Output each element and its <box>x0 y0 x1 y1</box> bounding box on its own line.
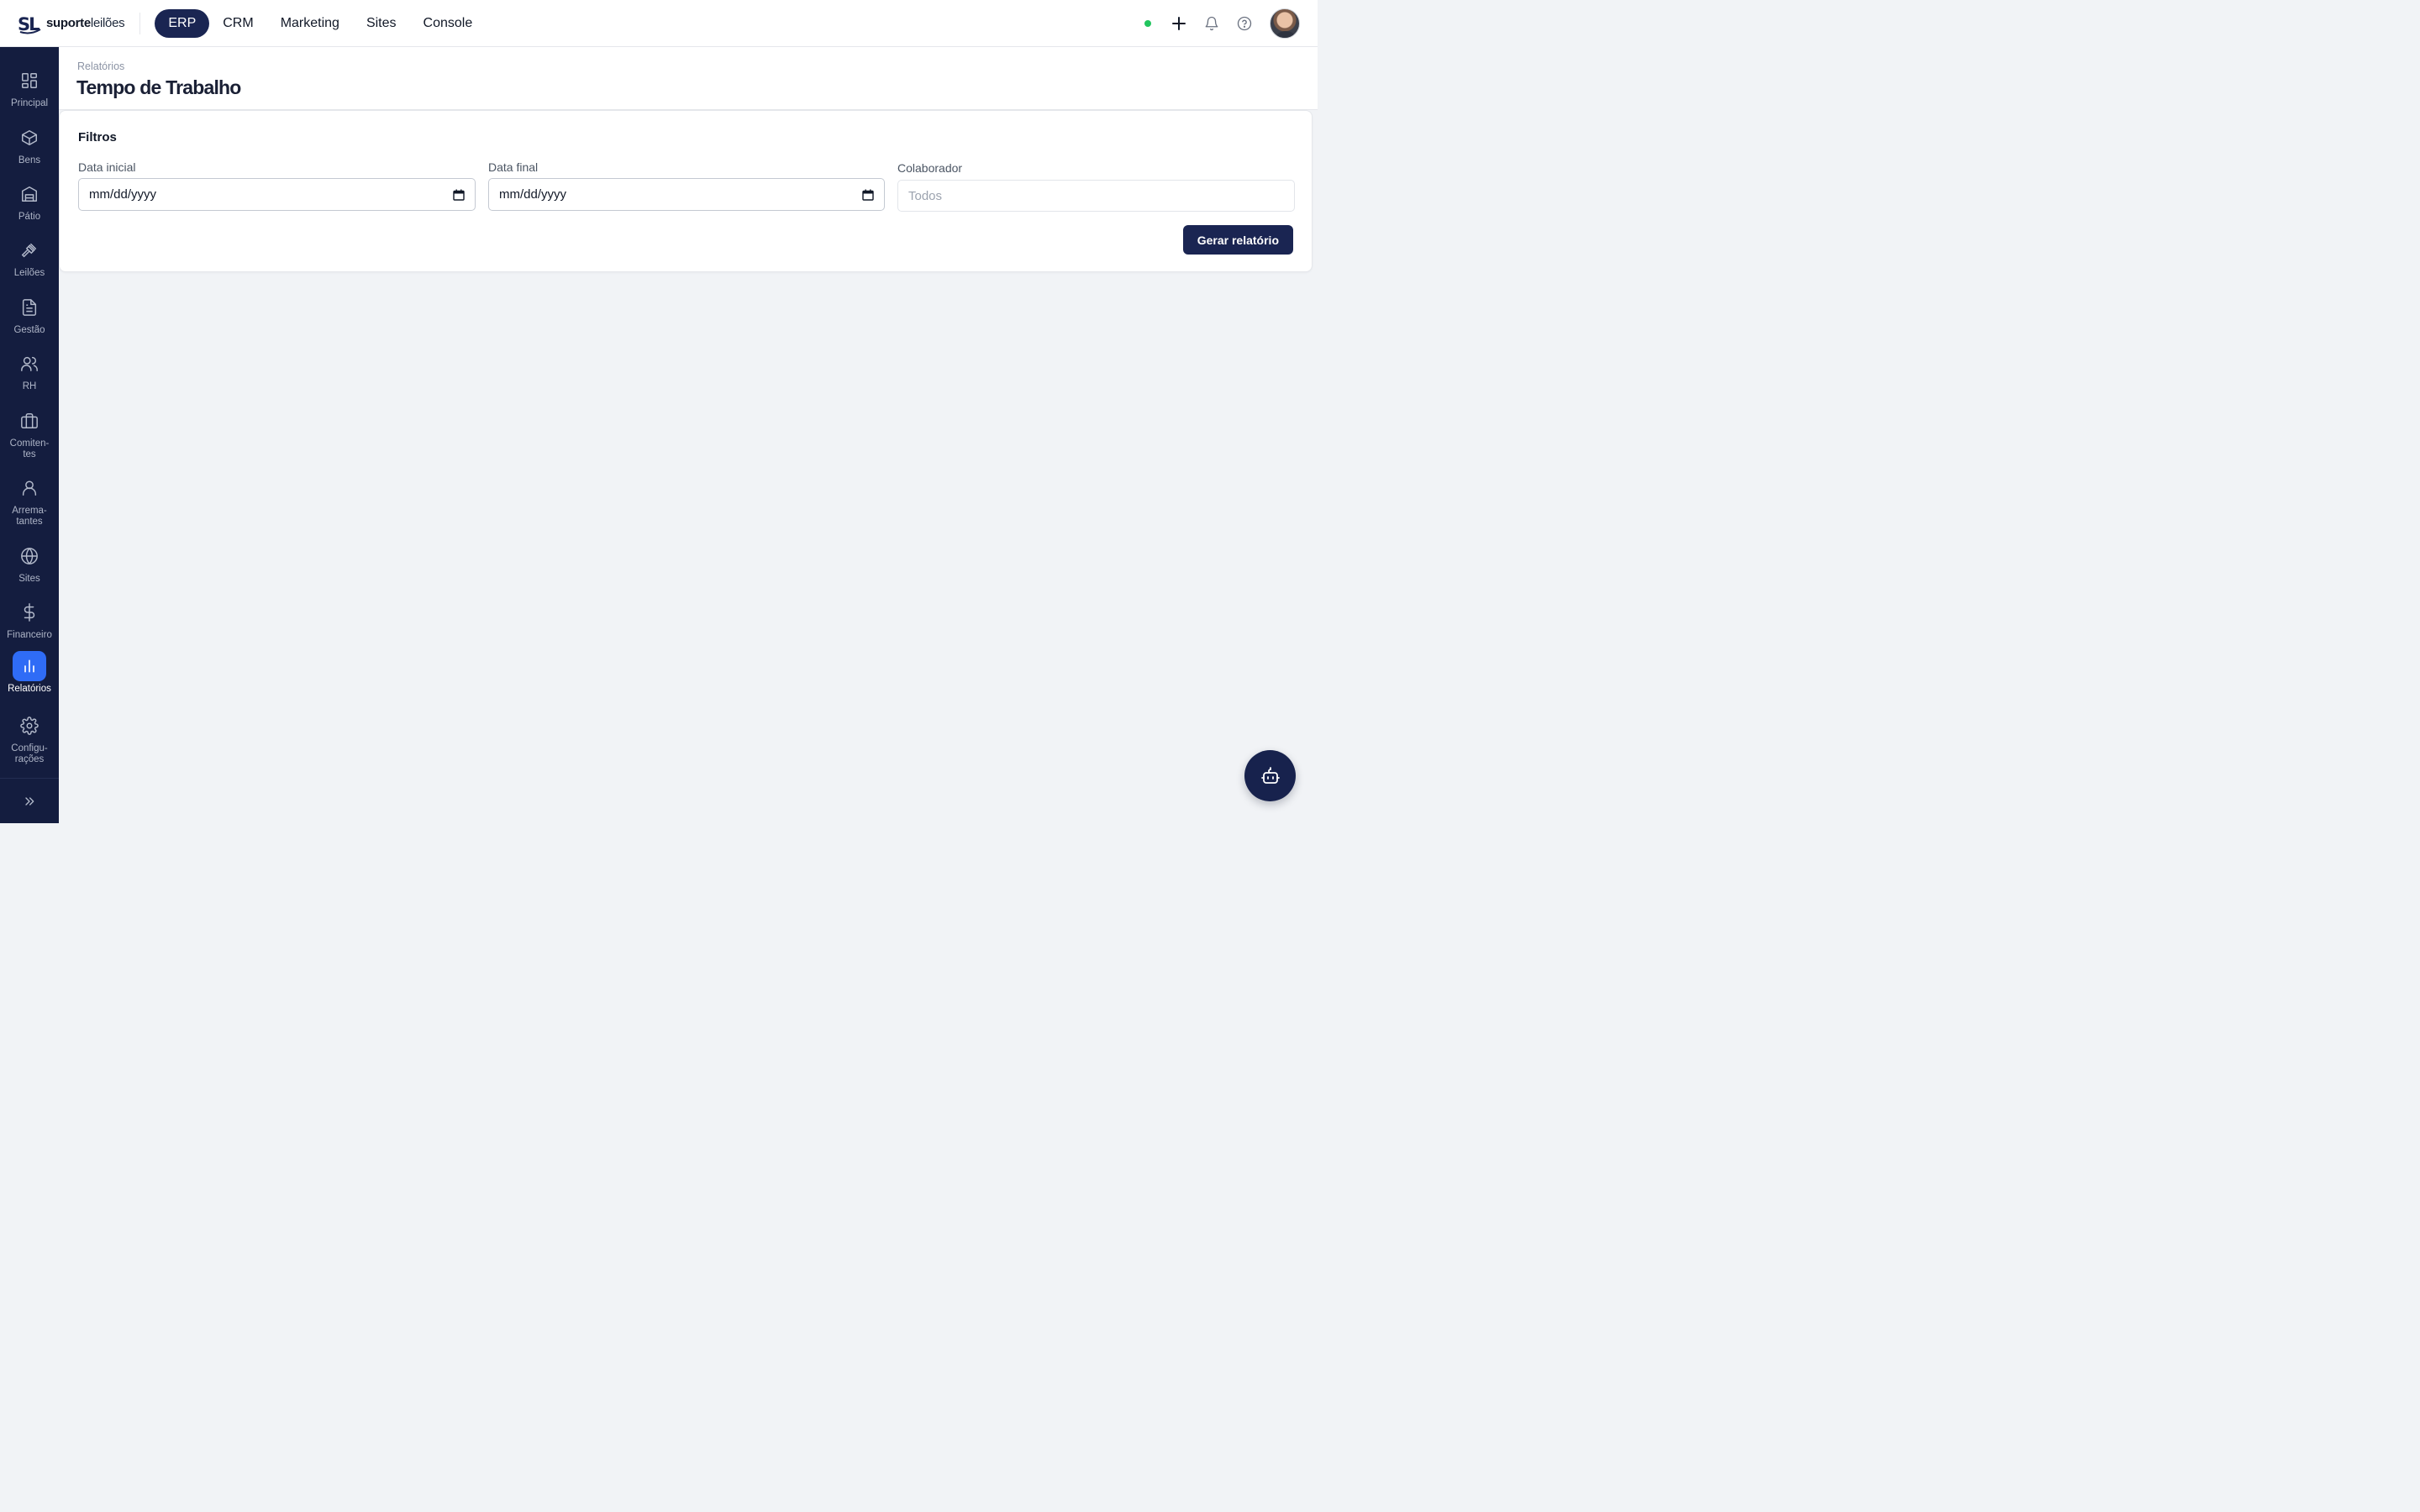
brand-name: suporteleilões <box>46 16 125 30</box>
page-title: Tempo de Trabalho <box>76 76 241 98</box>
calendar-icon[interactable] <box>862 189 874 201</box>
page-header: Relatórios Tempo de Trabalho <box>59 47 1318 110</box>
product-nav: ERP CRM Marketing Sites Console <box>155 8 487 38</box>
sidebar-item-label: Principal <box>10 98 49 108</box>
gear-icon <box>13 711 46 741</box>
sidebar-item-patio[interactable]: Pátio <box>0 179 59 223</box>
filters-card: Filtros Data inicial mm/dd/yyyy Data fin… <box>59 110 1313 272</box>
calendar-icon[interactable] <box>453 189 465 201</box>
start-date-value: mm/dd/yyyy <box>89 187 157 202</box>
chevrons-right-icon <box>25 796 34 806</box>
gavel-icon <box>13 235 46 265</box>
sidebar-item-label: Gestão <box>13 325 45 335</box>
document-icon <box>13 292 46 323</box>
sidebar-item-label: Comiten- tes <box>9 438 50 459</box>
sidebar-item-relatorios[interactable]: Relatórios <box>0 651 59 695</box>
logo-divider <box>139 12 141 34</box>
sidebar-item-configuracoes[interactable]: Configu- rações <box>0 711 59 765</box>
sidebar-item-sites[interactable]: Sites <box>0 541 59 585</box>
robot-icon <box>1260 766 1280 784</box>
nav-crm[interactable]: CRM <box>209 9 266 38</box>
start-date-input[interactable]: mm/dd/yyyy <box>78 178 476 211</box>
bell-icon[interactable] <box>1202 14 1221 33</box>
logo-mark-icon: SL <box>18 14 41 34</box>
sidebar-item-label: Leilões <box>13 268 45 278</box>
sidebar-item-financeiro[interactable]: Financeiro <box>0 597 59 641</box>
brand-logo[interactable]: SL suporteleilões <box>18 0 125 47</box>
sidebar-item-bens[interactable]: Bens <box>0 123 59 166</box>
end-date-value: mm/dd/yyyy <box>499 187 567 202</box>
dollar-icon <box>13 597 46 627</box>
sidebar-item-label: Arrema- tantes <box>12 506 47 527</box>
briefcase-icon <box>13 406 46 436</box>
nav-sites[interactable]: Sites <box>353 9 410 38</box>
nav-erp[interactable]: ERP <box>155 8 210 38</box>
start-date-label: Data inicial <box>78 160 136 174</box>
sidebar-item-arrematantes[interactable]: Arrema- tantes <box>0 473 59 528</box>
user-avatar[interactable] <box>1270 8 1300 39</box>
collaborator-placeholder: Todos <box>908 188 943 203</box>
warehouse-icon <box>13 179 46 209</box>
end-date-label: Data final <box>488 160 539 174</box>
users-icon <box>13 349 46 379</box>
sidebar: Principal Bens Pátio Leilões Gestão RH C… <box>0 47 59 823</box>
end-date-input[interactable]: mm/dd/yyyy <box>488 178 885 211</box>
nav-console[interactable]: Console <box>410 9 487 38</box>
nav-marketing[interactable]: Marketing <box>267 9 353 38</box>
help-icon[interactable] <box>1235 14 1254 33</box>
sidebar-item-label: RH <box>22 381 37 391</box>
top-actions <box>1144 0 1318 47</box>
dashboard-icon <box>13 66 46 96</box>
sidebar-item-label: Relatórios <box>8 684 51 694</box>
sidebar-item-rh[interactable]: RH <box>0 349 59 392</box>
sidebar-item-principal[interactable]: Principal <box>0 66 59 109</box>
sidebar-item-label: Sites <box>18 574 40 584</box>
sidebar-item-label: Configu- rações <box>11 743 48 764</box>
globe-icon <box>13 541 46 571</box>
sidebar-collapse-button[interactable] <box>0 778 59 823</box>
collaborator-label: Colaborador <box>897 161 963 175</box>
online-status-indicator <box>1144 20 1151 27</box>
breadcrumb[interactable]: Relatórios <box>77 60 124 72</box>
assistant-button[interactable] <box>1244 750 1296 801</box>
sidebar-item-leiloes[interactable]: Leilões <box>0 235 59 279</box>
box-icon <box>13 123 46 153</box>
sidebar-item-comitentes[interactable]: Comiten- tes <box>0 406 59 460</box>
filters-title: Filtros <box>78 130 117 144</box>
collaborator-input[interactable]: Todos <box>897 180 1295 212</box>
sidebar-item-label: Bens <box>18 155 41 165</box>
plus-icon[interactable] <box>1170 14 1188 33</box>
bar-chart-icon <box>13 651 46 681</box>
top-bar: SL suporteleilões ERP CRM Marketing Site… <box>0 0 1318 47</box>
sidebar-item-label: Financeiro <box>7 630 52 640</box>
sidebar-item-label: Pátio <box>18 212 41 222</box>
sidebar-item-gestao[interactable]: Gestão <box>0 292 59 336</box>
generate-report-button[interactable]: Gerar relatório <box>1182 225 1293 255</box>
user-icon <box>13 473 46 503</box>
